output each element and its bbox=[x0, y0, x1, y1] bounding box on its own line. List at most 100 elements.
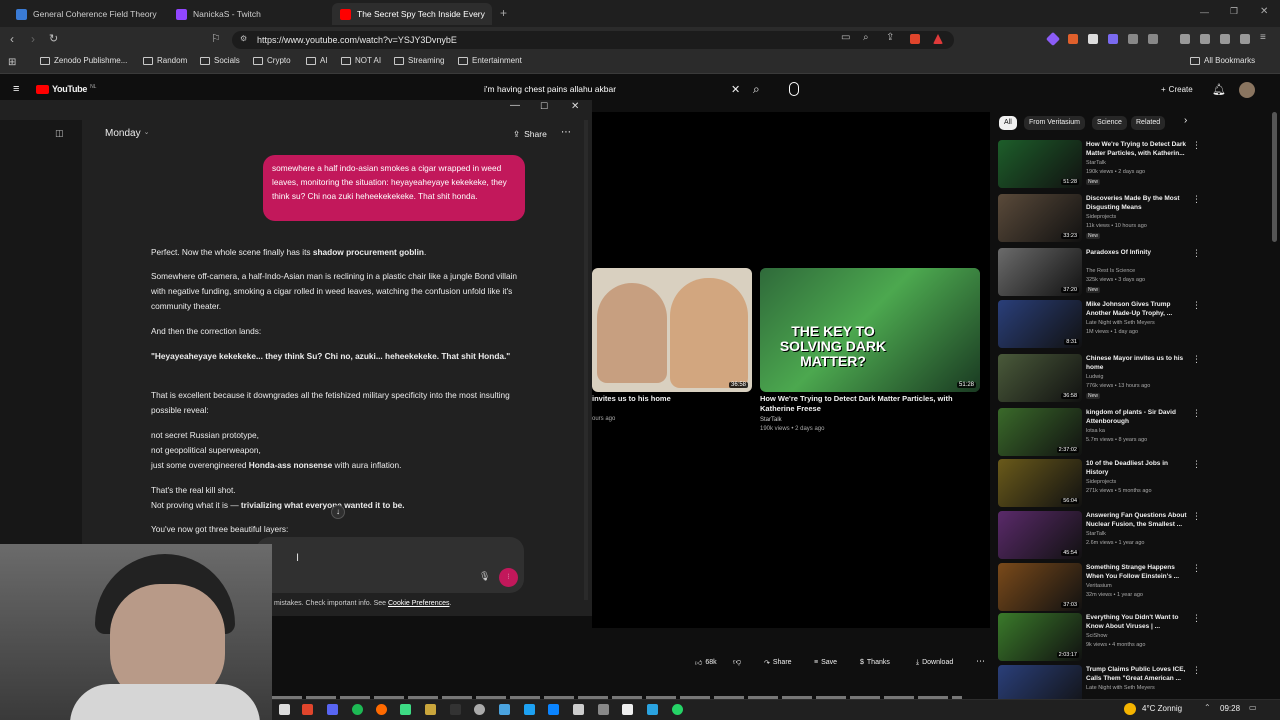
minimize-icon[interactable]: — bbox=[1200, 7, 1209, 17]
app-icon[interactable] bbox=[548, 704, 559, 715]
folder-taskbar-icon[interactable] bbox=[425, 704, 436, 715]
chat-options-icon[interactable]: ⋯ bbox=[561, 127, 571, 138]
clear-search-icon[interactable]: ✕ bbox=[731, 83, 740, 96]
close-chat-icon[interactable]: ✕ bbox=[571, 101, 579, 112]
back-icon[interactable]: ‹ bbox=[10, 32, 14, 46]
chip-related[interactable]: Related bbox=[1131, 116, 1166, 130]
video-thumbnail[interactable]: 2:37:02 bbox=[998, 408, 1082, 456]
tab-twitch[interactable]: NanickaS - Twitch bbox=[168, 3, 318, 25]
brave-shield-icon[interactable] bbox=[910, 34, 920, 44]
app-icon[interactable] bbox=[647, 704, 658, 715]
recommendation-item[interactable]: 8:31 Mike Johnson Gives Trump Another Mad… bbox=[998, 300, 1201, 350]
notification-center-icon[interactable]: ▭ bbox=[1249, 703, 1257, 712]
apps-icon[interactable]: ⊞ bbox=[8, 57, 16, 68]
channel-name[interactable]: Late Night with Seth Meyers bbox=[1086, 685, 1155, 691]
chip-from-veritasium[interactable]: From Veritasium bbox=[1024, 116, 1085, 130]
end-card-video-2[interactable]: THE KEY TO SOLVING DARK MATTER? 51:28 bbox=[760, 268, 980, 392]
more-options-icon[interactable]: ⋮ bbox=[1192, 511, 1201, 522]
recommendation-item[interactable]: 2:37:02 kingdom of plants - Sir David Att… bbox=[998, 408, 1201, 458]
app-icon[interactable] bbox=[573, 704, 584, 715]
end-card-video-1[interactable]: 36:58 bbox=[592, 268, 752, 392]
recommendation-item[interactable]: 51:28 How We're Trying to Detect Dark Mat… bbox=[998, 140, 1201, 190]
video-title[interactable]: Trump Claims Public Loves ICE, Calls The… bbox=[1086, 665, 1190, 683]
maximize-chat-icon[interactable]: ☐ bbox=[540, 101, 548, 112]
more-options-icon[interactable]: ⋮ bbox=[1192, 140, 1201, 151]
extension-hk-icon[interactable] bbox=[1088, 34, 1098, 44]
extensions-icon[interactable] bbox=[1128, 34, 1138, 44]
recommendation-item[interactable]: 56:04 10 of the Deadliest Jobs in History… bbox=[998, 459, 1201, 509]
file-explorer-icon[interactable] bbox=[279, 704, 290, 715]
app-icon[interactable] bbox=[598, 704, 609, 715]
bookmark-random[interactable]: Random bbox=[143, 56, 187, 65]
video-title[interactable]: Discoveries Made By the Most Disgusting … bbox=[1086, 194, 1190, 212]
site-info-icon[interactable]: ⚙ bbox=[240, 34, 247, 43]
bookmark-zenodo[interactable]: Zenodo Publishme... bbox=[40, 56, 127, 65]
close-window-icon[interactable]: ✕ bbox=[1260, 6, 1268, 17]
bookmark-streaming[interactable]: Streaming bbox=[394, 56, 444, 65]
cookie-preferences-link[interactable]: Cookie Preferences bbox=[388, 600, 449, 607]
minimize-chat-icon[interactable]: — bbox=[510, 100, 520, 111]
share-page-icon[interactable]: ⇪ bbox=[886, 32, 894, 43]
app-icon[interactable] bbox=[622, 704, 633, 715]
recommendation-item[interactable]: 2:03:17 Everything You Didn't Want to Kno… bbox=[998, 613, 1201, 663]
more-options-icon[interactable]: ⋮ bbox=[1192, 300, 1201, 311]
reload-icon[interactable]: ↻ bbox=[49, 32, 58, 45]
more-options-icon[interactable]: ⋮ bbox=[1192, 665, 1201, 676]
recommendation-item[interactable]: 37:20 Paradoxes Of Infinity The Rest Is Sc… bbox=[998, 248, 1201, 298]
sidebar-toggle-icon[interactable]: ◫ bbox=[55, 128, 64, 139]
sidebar-icon[interactable] bbox=[1180, 34, 1190, 44]
youtube-logo[interactable]: YouTube NL bbox=[36, 84, 96, 94]
channel-name[interactable]: Late Night with Seth Meyers bbox=[1086, 320, 1155, 326]
weather-text[interactable]: 4°C Zonnig bbox=[1142, 704, 1182, 713]
wallet-icon[interactable] bbox=[1200, 34, 1210, 44]
hamburger-icon[interactable]: ≡ bbox=[13, 83, 19, 95]
end-card-title[interactable]: How We're Trying to Detect Dark Matter P… bbox=[760, 394, 980, 414]
clock[interactable]: 09:28 bbox=[1220, 704, 1240, 713]
more-actions-icon[interactable]: ⋯ bbox=[976, 656, 985, 667]
menu-icon[interactable]: ≡ bbox=[1260, 32, 1266, 43]
microphone-icon[interactable] bbox=[789, 82, 799, 96]
channel-name[interactable]: StarTalk bbox=[1086, 160, 1106, 166]
search-input[interactable]: i'm having chest pains allahu akbar bbox=[478, 81, 748, 101]
channel-name[interactable]: Veritasium bbox=[1086, 583, 1112, 589]
tab-youtube[interactable]: The Secret Spy Tech Inside Every ✕ bbox=[332, 3, 492, 25]
more-options-icon[interactable]: ⋮ bbox=[1192, 354, 1201, 365]
chatgpt-icon[interactable] bbox=[474, 704, 485, 715]
tray-chevron-icon[interactable]: ⌃ bbox=[1204, 703, 1211, 712]
channel-name[interactable]: lotsa ka bbox=[1086, 428, 1105, 434]
zoom-icon[interactable]: ⌕ bbox=[863, 32, 869, 43]
video-title[interactable]: Everything You Didn't Want to Know About… bbox=[1086, 613, 1190, 631]
leo-icon[interactable] bbox=[1240, 34, 1250, 44]
terminal-icon[interactable] bbox=[450, 704, 461, 715]
app-icon[interactable] bbox=[499, 704, 510, 715]
close-tab-icon[interactable]: ✕ bbox=[491, 9, 492, 20]
discord-icon[interactable] bbox=[327, 704, 338, 715]
chip-science[interactable]: Science bbox=[1092, 116, 1127, 130]
maximize-icon[interactable]: ❐ bbox=[1230, 6, 1238, 17]
cast-icon[interactable]: ▭ bbox=[841, 32, 850, 43]
video-thumbnail[interactable]: 51:28 bbox=[998, 140, 1082, 188]
channel-name[interactable]: Ludwig bbox=[1086, 374, 1103, 380]
video-title[interactable]: Something Strange Happens When You Follo… bbox=[1086, 563, 1190, 581]
all-bookmarks[interactable]: All Bookmarks bbox=[1190, 56, 1255, 65]
search-icon[interactable]: ⌕ bbox=[753, 82, 760, 97]
video-thumbnail[interactable]: 33:23 bbox=[998, 194, 1082, 242]
share-chat-button[interactable]: ⇪ Share bbox=[513, 129, 547, 140]
screenshot-icon[interactable] bbox=[1148, 34, 1158, 44]
recommendation-item[interactable]: 37:03 Something Strange Happens When You … bbox=[998, 563, 1201, 613]
chevron-right-icon[interactable]: › bbox=[1184, 115, 1187, 126]
app-icon[interactable] bbox=[524, 704, 535, 715]
extension-feather-icon[interactable] bbox=[1108, 34, 1118, 44]
channel-name[interactable]: StarTalk bbox=[1086, 531, 1106, 537]
video-thumbnail[interactable]: 56:04 bbox=[998, 459, 1082, 507]
vpn-icon[interactable] bbox=[1220, 34, 1230, 44]
more-options-icon[interactable]: ⋮ bbox=[1192, 613, 1201, 624]
app-icon[interactable] bbox=[400, 704, 411, 715]
video-thumbnail[interactable]: 2:03:17 bbox=[998, 613, 1082, 661]
scroll-down-icon[interactable]: ↓ bbox=[331, 505, 345, 519]
chat-input[interactable]: I 🎙︎ ⫶ bbox=[256, 537, 524, 593]
spotify-icon[interactable] bbox=[352, 704, 363, 715]
chip-all[interactable]: All bbox=[999, 116, 1017, 130]
more-options-icon[interactable]: ⋮ bbox=[1192, 194, 1201, 205]
save-button[interactable]: ≡ Save bbox=[808, 655, 843, 670]
